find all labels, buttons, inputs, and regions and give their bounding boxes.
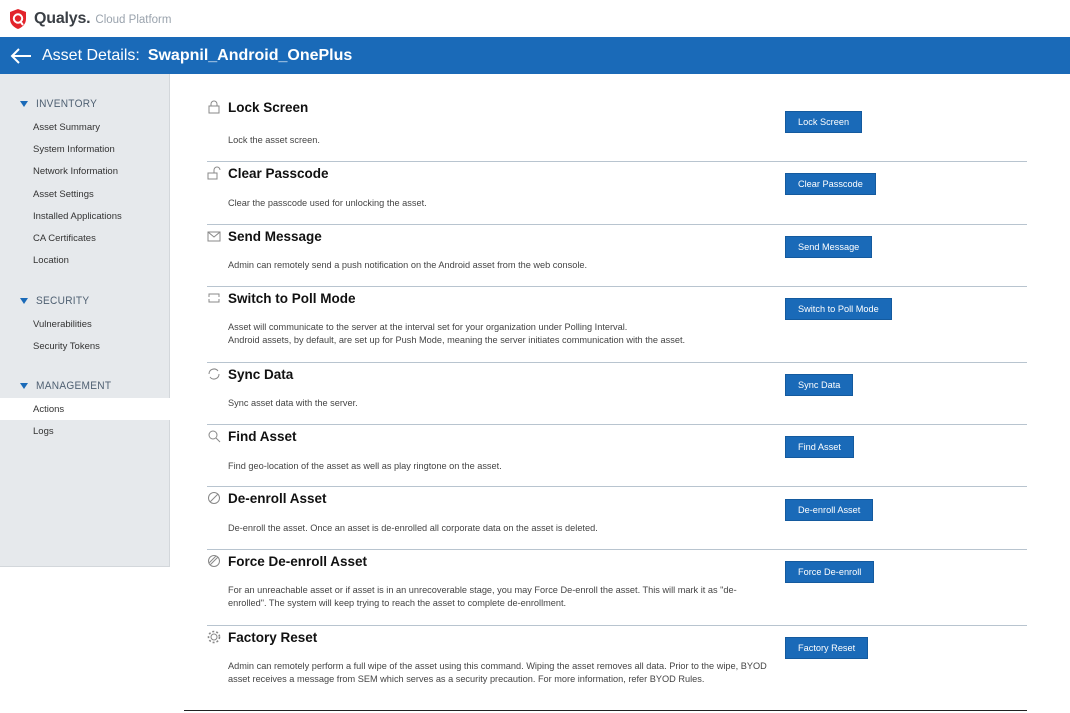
- action-description: Sync asset data with the server.: [228, 398, 358, 408]
- sidebar-item-location[interactable]: Location: [0, 250, 170, 272]
- lock-icon: [208, 100, 220, 114]
- sidebar-item-asset-settings[interactable]: Asset Settings: [0, 183, 170, 205]
- prohibited-icon: [208, 492, 220, 504]
- section-toggle-inventory[interactable]: INVENTORY: [0, 96, 170, 112]
- sidebar-section-inventory: INVENTORY Asset Summary System Informati…: [0, 96, 170, 272]
- sidebar-item-logs[interactable]: Logs: [0, 420, 170, 442]
- clear-passcode-button[interactable]: Clear Passcode: [785, 173, 876, 195]
- action-title: Send Message: [228, 229, 322, 244]
- sidebar-filler: [0, 566, 170, 713]
- action-row-clear-passcode: Clear Passcode Clear the passcode used f…: [207, 162, 1027, 225]
- force-de-enroll-button[interactable]: Force De-enroll: [785, 561, 875, 583]
- caret-down-icon: [20, 101, 28, 107]
- send-message-button[interactable]: Send Message: [785, 236, 873, 258]
- action-title: Clear Passcode: [228, 166, 329, 181]
- qualys-shield-icon: [10, 8, 26, 29]
- sidebar-section-security: SECURITY Vulnerabilities Security Tokens: [0, 293, 170, 358]
- bottom-divider: [184, 710, 1027, 711]
- sidebar: INVENTORY Asset Summary System Informati…: [0, 74, 170, 713]
- action-title: De-enroll Asset: [228, 491, 327, 506]
- sidebar-section-management: MANAGEMENT Actions Logs: [0, 378, 170, 443]
- action-description: Asset will communicate to the server at …: [228, 322, 686, 345]
- section-title: INVENTORY: [36, 98, 98, 110]
- action-title: Find Asset: [228, 429, 297, 444]
- action-row-switch-poll-mode: Switch to Poll Mode Asset will communica…: [207, 287, 1027, 363]
- sidebar-item-ca-certificates[interactable]: CA Certificates: [0, 227, 170, 249]
- switch-to-poll-mode-button[interactable]: Switch to Poll Mode: [785, 298, 892, 320]
- brand-name: Qualys.: [34, 9, 91, 27]
- action-row-find-asset: Find Asset Find geo-location of the asse…: [207, 425, 1027, 487]
- sidebar-item-network-information[interactable]: Network Information: [0, 161, 170, 183]
- asset-name: Swapnil_Android_OnePlus: [147, 46, 353, 64]
- section-title: SECURITY: [36, 295, 90, 307]
- action-description: Admin can remotely perform a full wipe o…: [228, 661, 767, 684]
- factory-reset-button[interactable]: Factory Reset: [785, 637, 869, 659]
- action-row-factory-reset: Factory Reset Admin can remotely perform…: [207, 626, 1027, 696]
- action-description: De-enroll the asset. Once an asset is de…: [228, 523, 598, 533]
- action-description: Find geo-location of the asset as well a…: [228, 461, 502, 471]
- sync-icon: [208, 368, 220, 380]
- de-enroll-asset-button[interactable]: De-enroll Asset: [785, 499, 874, 521]
- sidebar-item-vulnerabilities[interactable]: Vulnerabilities: [0, 313, 170, 335]
- sidebar-item-actions[interactable]: Actions: [0, 398, 170, 421]
- force-prohibited-icon: [208, 555, 220, 567]
- gear-icon: [207, 630, 221, 644]
- header-label: Asset Details:: [42, 46, 140, 64]
- sync-data-button[interactable]: Sync Data: [785, 374, 854, 396]
- action-title: Force De-enroll Asset: [228, 554, 368, 569]
- caret-down-icon: [20, 298, 28, 304]
- action-description: For an unreachable asset or if asset is …: [228, 585, 737, 608]
- brand-subtitle: Cloud Platform: [95, 14, 172, 26]
- caret-down-icon: [20, 383, 28, 389]
- unlock-icon: [207, 166, 221, 180]
- sidebar-item-system-information[interactable]: System Information: [0, 138, 170, 160]
- action-row-de-enroll: De-enroll Asset De-enroll the asset. Onc…: [207, 487, 1027, 550]
- action-row-send-message: Send Message Admin can remotely send a p…: [207, 225, 1027, 287]
- top-bar: Qualys. Cloud Platform: [0, 0, 1070, 37]
- sidebar-item-installed-applications[interactable]: Installed Applications: [0, 205, 170, 227]
- find-asset-button[interactable]: Find Asset: [785, 436, 854, 458]
- section-toggle-management[interactable]: MANAGEMENT: [0, 378, 170, 394]
- action-title: Switch to Poll Mode: [228, 291, 356, 306]
- page-header: Asset Details: Swapnil_Android_OnePlus: [0, 37, 1070, 74]
- action-description: Clear the passcode used for unlocking th…: [228, 198, 427, 208]
- action-title: Factory Reset: [228, 630, 318, 645]
- action-title: Lock Screen: [228, 100, 309, 115]
- action-row-sync-data: Sync Data Sync asset data with the serve…: [207, 363, 1027, 425]
- sidebar-item-security-tokens[interactable]: Security Tokens: [0, 335, 170, 357]
- envelope-icon: [207, 231, 221, 242]
- back-arrow-icon[interactable]: [10, 47, 32, 64]
- sidebar-item-asset-summary[interactable]: Asset Summary: [0, 116, 170, 138]
- lock-screen-button[interactable]: Lock Screen: [785, 111, 863, 133]
- section-toggle-security[interactable]: SECURITY: [0, 293, 170, 309]
- action-description: Lock the asset screen.: [228, 135, 320, 145]
- action-row-lock-screen: Lock Screen Lock the asset screen. Lock …: [207, 96, 1027, 162]
- action-row-force-de-enroll: Force De-enroll Asset For an unreachable…: [207, 550, 1027, 626]
- switch-arrows-icon: [208, 293, 220, 303]
- action-title: Sync Data: [228, 367, 294, 382]
- section-title: MANAGEMENT: [36, 380, 112, 392]
- action-description: Admin can remotely send a push notificat…: [228, 260, 588, 270]
- search-icon: [208, 430, 221, 443]
